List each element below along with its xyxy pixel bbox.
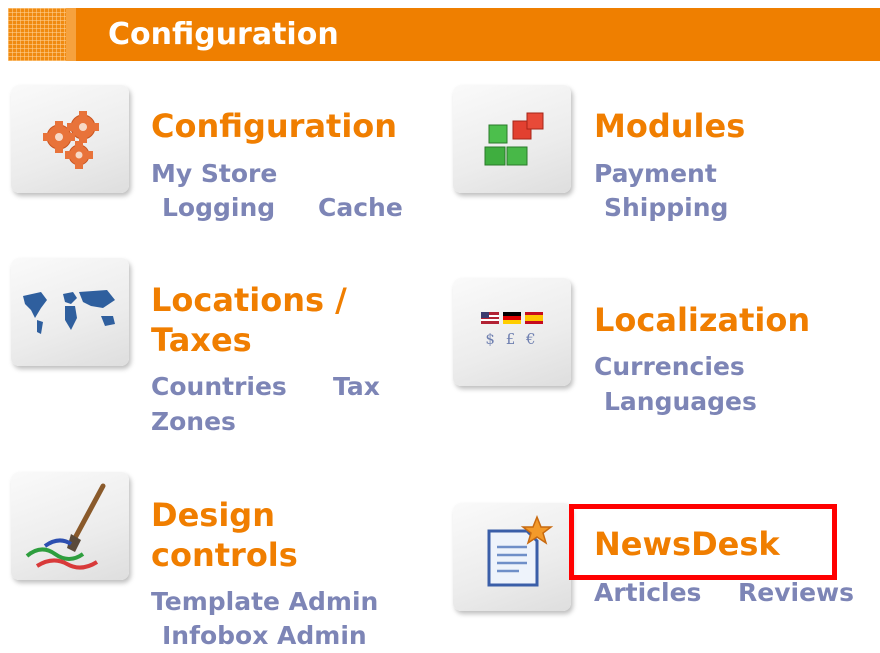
section-title-design-line1[interactable]: Design xyxy=(151,495,275,535)
cubes-icon[interactable] xyxy=(453,85,571,193)
link-shipping[interactable]: Shipping xyxy=(604,191,728,225)
section-title-design-line2[interactable]: controls xyxy=(151,535,298,575)
section-title-modules[interactable]: Modules xyxy=(594,106,745,146)
paintbrush-icon[interactable] xyxy=(11,472,129,580)
document-star-icon[interactable] xyxy=(453,503,571,611)
header-separator xyxy=(66,8,76,61)
link-my-store[interactable]: My Store xyxy=(151,157,277,191)
section-title-configuration[interactable]: Configuration xyxy=(151,106,397,146)
link-currencies[interactable]: Currencies xyxy=(594,350,745,384)
link-logging[interactable]: Logging xyxy=(162,191,275,225)
link-cache[interactable]: Cache xyxy=(318,191,403,225)
link-tax[interactable]: Tax xyxy=(333,370,380,404)
currency-flags-icon[interactable]: $ £ € xyxy=(453,278,571,386)
link-articles[interactable]: Articles xyxy=(594,576,701,610)
currency-symbols: $ £ € xyxy=(485,330,539,348)
link-payment[interactable]: Payment xyxy=(594,157,717,191)
world-map-icon[interactable] xyxy=(11,258,129,366)
link-zones[interactable]: Zones xyxy=(151,405,236,439)
link-languages[interactable]: Languages xyxy=(604,385,757,419)
link-countries[interactable]: Countries xyxy=(151,370,287,404)
header-grid-pattern xyxy=(8,8,66,61)
section-title-locations-line1[interactable]: Locations / xyxy=(151,280,347,320)
link-infobox-admin[interactable]: Infobox Admin xyxy=(162,619,367,653)
link-reviews[interactable]: Reviews xyxy=(738,576,854,610)
gears-icon[interactable] xyxy=(11,85,129,193)
section-title-localization[interactable]: Localization xyxy=(594,300,810,340)
link-template-admin[interactable]: Template Admin xyxy=(151,585,378,619)
header-title: Configuration xyxy=(108,17,339,52)
section-title-newsdesk[interactable]: NewsDesk xyxy=(594,524,780,564)
section-title-locations-line2[interactable]: Taxes xyxy=(151,320,252,360)
header-bar: Configuration xyxy=(8,8,880,61)
